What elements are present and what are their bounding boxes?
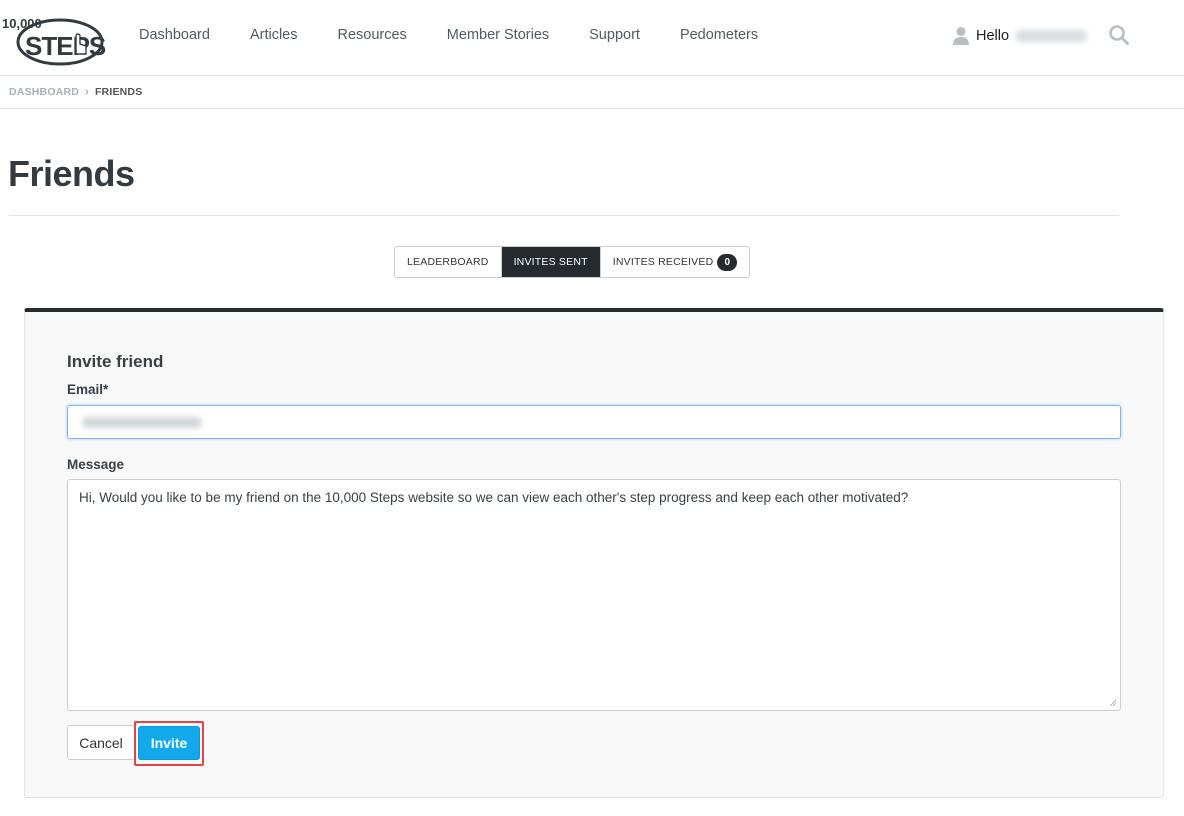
email-value-redacted bbox=[82, 417, 202, 428]
tab-leaderboard[interactable]: LEADERBOARD bbox=[395, 247, 501, 277]
breadcrumb-dashboard[interactable]: DASHBOARD bbox=[9, 86, 79, 98]
email-field[interactable] bbox=[67, 405, 1121, 439]
user-name-redacted bbox=[1015, 30, 1088, 42]
user-greeting: Hello bbox=[976, 28, 1010, 44]
nav-pedometers[interactable]: Pedometers bbox=[660, 27, 778, 43]
message-label: Message bbox=[67, 457, 125, 472]
breadcrumb-current: FRIENDS bbox=[94, 86, 143, 98]
logo-word: STEPS bbox=[25, 31, 106, 61]
breadcrumb: DASHBOARD › FRIENDS bbox=[9, 86, 142, 98]
card-title: Invite friend bbox=[67, 352, 164, 371]
message-textarea[interactable]: Hi, Would you like to be my friend on th… bbox=[67, 479, 1121, 711]
user-icon bbox=[953, 27, 969, 45]
tab-label: LEADERBOARD bbox=[407, 256, 489, 268]
resize-handle-icon[interactable] bbox=[1109, 699, 1117, 707]
main-nav: Dashboard Articles Resources Member Stor… bbox=[119, 27, 778, 43]
tab-label: INVITES RECEIVED bbox=[612, 256, 714, 268]
message-text: Hi, Would you like to be my friend on th… bbox=[79, 490, 909, 505]
nav-support[interactable]: Support bbox=[569, 27, 660, 43]
friends-tabs: LEADERBOARD INVITES SENT INVITES RECEIVE… bbox=[394, 246, 751, 278]
tab-invites-sent[interactable]: INVITES SENT bbox=[500, 247, 600, 277]
invite-friend-card: Invite friend Email* Message Hi, Would y… bbox=[24, 308, 1164, 798]
search-icon[interactable] bbox=[1108, 24, 1130, 46]
invite-button[interactable]: Invite bbox=[138, 726, 200, 760]
tab-invites-received[interactable]: INVITES RECEIVED 0 bbox=[599, 247, 750, 277]
user-menu[interactable]: Hello bbox=[952, 26, 1088, 46]
nav-dashboard[interactable]: Dashboard bbox=[119, 27, 230, 43]
cancel-button[interactable]: Cancel bbox=[67, 725, 135, 760]
logo-number: 10,000 bbox=[2, 16, 42, 31]
chevron-right-icon: › bbox=[85, 86, 89, 98]
divider bbox=[0, 108, 1184, 109]
site-header: 10,000 STEPS Dashboard Articles Resource… bbox=[0, 0, 1184, 76]
nav-resources[interactable]: Resources bbox=[317, 27, 426, 43]
nav-member-stories[interactable]: Member Stories bbox=[427, 27, 569, 43]
email-label: Email* bbox=[67, 382, 109, 397]
tab-label: INVITES SENT bbox=[513, 256, 588, 268]
nav-articles[interactable]: Articles bbox=[230, 27, 318, 43]
page-title: Friends bbox=[8, 153, 135, 194]
count-badge: 0 bbox=[717, 253, 738, 271]
logo-10000-steps[interactable]: 10,000 STEPS bbox=[0, 6, 110, 70]
divider bbox=[9, 215, 1119, 216]
